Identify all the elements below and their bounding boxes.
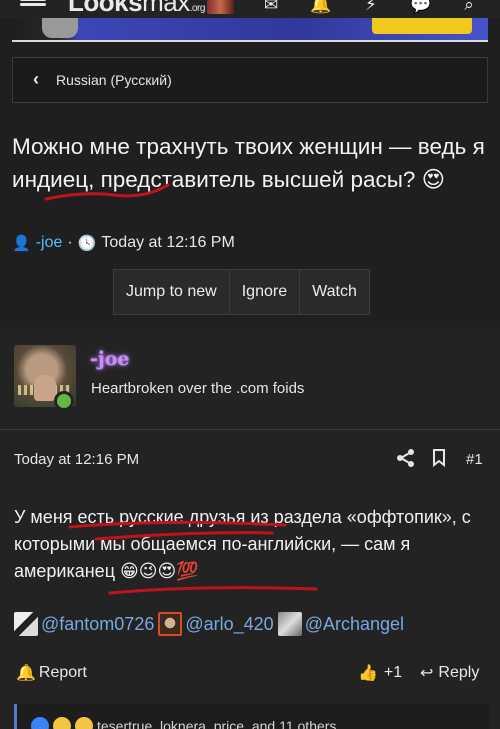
chevron-left-icon: ‹	[33, 69, 39, 89]
like-reaction-icon	[31, 717, 49, 729]
mention-fantom[interactable]: @fantom0726	[14, 612, 154, 636]
chat-icon[interactable]: 💬	[410, 0, 432, 13]
emoji-group: 😁😉😍💯	[120, 561, 199, 581]
reactions-bar[interactable]: tesertrue, loknera_price, and 11 others	[14, 704, 490, 729]
reply-button[interactable]: ↩ Reply	[420, 663, 479, 683]
top-nav: Looksmax.org ✉ 🔔 ⚡ 💬 ⌕	[0, 0, 500, 18]
banner-graphic	[42, 18, 78, 38]
post: -joe Heartbroken over the .com foids Tod…	[0, 327, 500, 729]
avatar	[158, 612, 183, 636]
divider	[0, 429, 500, 430]
watch-button[interactable]: Watch	[300, 270, 369, 314]
post-body: У меня есть русские друзья из раздела «о…	[14, 504, 494, 585]
like-button[interactable]: 👍 +1	[358, 663, 402, 683]
lightning-icon[interactable]: ⚡	[360, 0, 382, 13]
breadcrumb[interactable]: ‹ Russian (Русский)	[12, 57, 488, 103]
post-number[interactable]: #1	[466, 451, 483, 468]
user-icon: 👤	[12, 235, 31, 252]
reactions-text: tesertrue, loknera_price, and 11 others	[97, 718, 337, 729]
site-logo[interactable]: Looksmax.org	[68, 0, 205, 18]
search-icon[interactable]: ⌕	[458, 0, 480, 13]
separator: ·	[67, 234, 73, 251]
share-icon[interactable]	[396, 448, 416, 468]
heart-eyes-emoji: 😍	[421, 167, 446, 192]
thread-actions: Jump to new Ignore Watch	[113, 269, 370, 315]
thread-author-link[interactable]: -joe	[36, 234, 63, 252]
menu-icon[interactable]	[20, 0, 46, 14]
reply-arrow-icon: ↩	[420, 665, 434, 682]
online-indicator	[54, 391, 74, 411]
mention-arlo[interactable]: @arlo_420	[158, 612, 274, 636]
emoji-reaction-icon	[53, 717, 71, 729]
avatar	[277, 612, 302, 636]
post-actions: 🔔 Report 👍 +1 ↩ Reply	[16, 661, 486, 685]
banner-graphic	[372, 18, 472, 34]
ignore-button[interactable]: Ignore	[229, 270, 301, 314]
thumbs-up-icon: 👍	[358, 665, 378, 682]
thread-meta: 👤 -joe · 🕓 Today at 12:16 PM	[12, 234, 235, 252]
ad-banner[interactable]	[12, 18, 488, 42]
breadcrumb-label: Russian (Русский)	[56, 72, 172, 88]
emoji-reaction-icon	[75, 717, 93, 729]
promo-thumbnail[interactable]	[207, 0, 234, 14]
bell-icon[interactable]: 🔔	[310, 0, 332, 13]
inbox-icon[interactable]: ✉	[260, 0, 282, 13]
mentions-row: @fantom0726 @arlo_420 @Archangel	[14, 612, 408, 636]
post-time[interactable]: Today at 12:16 PM	[14, 451, 139, 468]
jump-to-new-button[interactable]: Jump to new	[114, 270, 230, 314]
avatar	[14, 612, 38, 636]
poster-username[interactable]: -joe	[90, 348, 130, 370]
red-underline-annotation	[44, 183, 170, 201]
bell-icon: 🔔	[16, 665, 36, 682]
mention-archangel[interactable]: @Archangel	[277, 612, 404, 636]
thread-time[interactable]: Today at 12:16 PM	[101, 234, 234, 252]
bookmark-icon[interactable]	[432, 449, 446, 467]
poster-user-title: Heartbroken over the .com foids	[91, 380, 305, 397]
clock-icon: 🕓	[77, 235, 97, 252]
post-body-text: У меня есть русские друзья из раздела «о…	[14, 507, 471, 581]
report-button[interactable]: 🔔 Report	[16, 663, 87, 683]
